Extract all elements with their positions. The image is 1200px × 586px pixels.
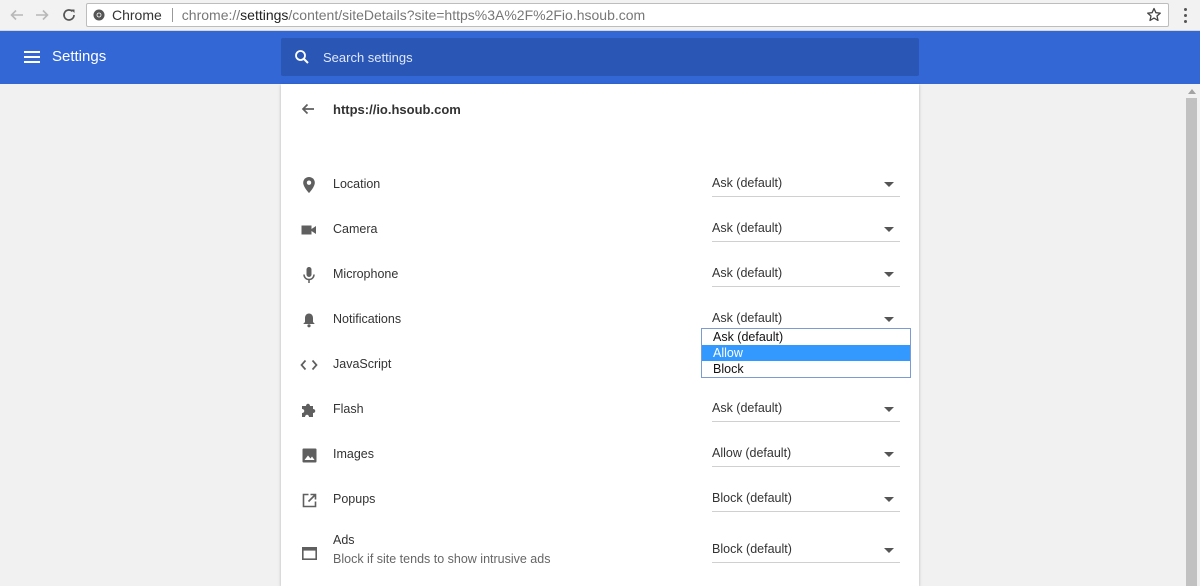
browser-back-button[interactable] (5, 3, 29, 27)
permission-label: Popups (333, 492, 376, 506)
location-select[interactable]: Ask (default) (712, 174, 900, 197)
search-icon (295, 50, 309, 64)
code-icon (300, 356, 318, 374)
microphone-icon (300, 266, 318, 284)
address-bar[interactable]: Chrome chrome://settings/content/siteDet… (86, 3, 1169, 27)
dropdown-option-block[interactable]: Block (702, 361, 910, 377)
url-host: settings (240, 7, 289, 23)
camera-icon (300, 221, 318, 239)
microphone-select[interactable]: Ask (default) (712, 264, 900, 287)
window-icon (300, 544, 318, 562)
select-value: Ask (default) (712, 176, 783, 190)
address-separator (171, 8, 173, 22)
permission-label: Flash (333, 402, 364, 416)
puzzle-icon (300, 401, 318, 419)
camera-select[interactable]: Ask (default) (712, 219, 900, 242)
permission-label: JavaScript (333, 357, 392, 371)
notifications-dropdown-list: Ask (default) Allow Block (701, 328, 911, 378)
permission-row-flash: Flash Ask (default) (281, 387, 919, 432)
permission-row-images: Images Allow (default) (281, 432, 919, 477)
browser-menu-button[interactable] (1176, 5, 1194, 25)
location-pin-icon (300, 176, 318, 194)
url-path: /content/siteDetails?site=https%3A%2F%2F… (288, 7, 646, 23)
menu-icon[interactable] (24, 51, 40, 63)
browser-forward-button[interactable] (30, 3, 54, 27)
page-scrollbar[interactable] (1183, 84, 1200, 586)
scroll-thumb[interactable] (1186, 98, 1197, 586)
search-input[interactable] (323, 48, 883, 66)
permission-label: Camera (333, 222, 378, 236)
dropdown-arrow-icon (884, 182, 894, 187)
images-select[interactable]: Allow (default) (712, 444, 900, 467)
browser-toolbar: Chrome chrome://settings/content/siteDet… (0, 0, 1200, 31)
permission-sublabel: Block if site tends to show intrusive ad… (333, 552, 551, 566)
select-value: Ask (default) (712, 221, 783, 235)
dropdown-arrow-icon (884, 548, 894, 553)
chrome-label: Chrome (112, 7, 162, 23)
url-text: chrome://settings/content/siteDetails?si… (182, 7, 645, 23)
back-arrow-icon[interactable] (300, 101, 316, 117)
settings-title: Settings (52, 48, 107, 65)
permission-row-popups: Popups Block (default) (281, 477, 919, 522)
permission-label: Location (333, 177, 381, 191)
arrow-right-icon (36, 9, 49, 21)
dropdown-arrow-icon (884, 317, 894, 322)
ads-select[interactable]: Block (default) (712, 540, 900, 563)
dropdown-arrow-icon (884, 272, 894, 277)
select-value: Block (default) (712, 542, 792, 556)
dropdown-option-allow[interactable]: Allow (702, 345, 910, 361)
dropdown-arrow-icon (884, 227, 894, 232)
select-value: Allow (default) (712, 446, 792, 460)
popups-select[interactable]: Block (default) (712, 489, 900, 512)
select-value: Ask (default) (712, 311, 783, 325)
reload-icon (63, 9, 75, 21)
select-value: Ask (default) (712, 266, 783, 280)
permission-row-microphone: Microphone Ask (default) (281, 252, 919, 297)
chrome-icon (93, 9, 105, 21)
browser-reload-button[interactable] (57, 3, 81, 27)
dropdown-arrow-icon (884, 497, 894, 502)
select-value: Ask (default) (712, 401, 783, 415)
dropdown-arrow-icon (884, 407, 894, 412)
scroll-up-arrow-icon[interactable] (1188, 89, 1196, 94)
flash-select[interactable]: Ask (default) (712, 399, 900, 422)
permission-label: Notifications (333, 312, 402, 326)
open-external-icon (300, 491, 318, 509)
bell-icon (300, 311, 318, 329)
permission-label: Images (333, 447, 374, 461)
permission-label: Ads (333, 533, 355, 547)
dropdown-option-ask[interactable]: Ask (default) (702, 329, 910, 345)
image-icon (300, 446, 318, 464)
settings-header: Settings (0, 31, 1200, 84)
permission-row-ads: Ads Block if site tends to show intrusiv… (281, 527, 919, 582)
arrow-left-icon (10, 9, 23, 21)
permission-row-location: Location Ask (default) (281, 162, 919, 207)
search-box[interactable] (281, 38, 919, 76)
bookmark-star-icon[interactable] (1146, 7, 1162, 23)
permission-row-camera: Camera Ask (default) (281, 207, 919, 252)
dropdown-arrow-icon (884, 452, 894, 457)
url-prefix: chrome:// (181, 7, 241, 23)
permission-label: Microphone (333, 267, 399, 281)
site-title: https://io.hsoub.com (333, 102, 461, 117)
select-value: Block (default) (712, 491, 792, 505)
